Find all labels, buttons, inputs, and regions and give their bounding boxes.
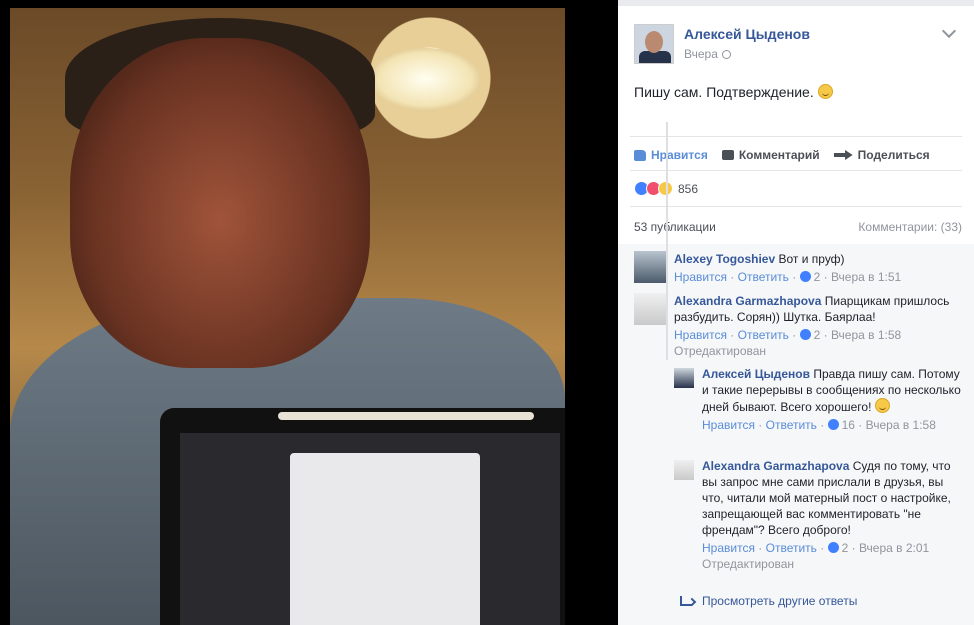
reply-author[interactable]: Alexandra Garmazhapova [702, 459, 849, 473]
edited-label: Отредактирован [674, 344, 767, 358]
post-text-body: Пишу сам. Подтверждение. [634, 84, 814, 100]
author-avatar[interactable] [634, 24, 674, 64]
ceiling-lamp [370, 48, 480, 110]
comment-meta: Нравится · Ответить · 2 · Вчера в 1:51 [674, 270, 902, 284]
reply-reply-link[interactable]: Ответить [766, 418, 817, 432]
smile-emoji-icon [817, 84, 833, 99]
reply-like-link[interactable]: Нравится [702, 418, 755, 432]
view-more-replies-link[interactable]: Просмотреть другие ответы [680, 594, 857, 608]
comment-reply-link[interactable]: Ответить [738, 328, 789, 342]
globe-icon [721, 50, 731, 59]
reply-avatar[interactable] [674, 460, 694, 480]
comment-icon [721, 150, 734, 160]
stylus [278, 412, 534, 420]
post-author[interactable]: Алексей Цыденов [684, 26, 810, 42]
reply-likes[interactable]: 16 [842, 418, 855, 432]
comment-likes[interactable]: 2 [814, 328, 821, 342]
avatar-face [645, 31, 663, 53]
face [70, 38, 370, 368]
comment-avatar[interactable] [634, 251, 666, 283]
smile-emoji-icon [875, 398, 891, 413]
post-actions: Нравится Комментарий Поделиться [634, 146, 930, 164]
comment-like-link[interactable]: Нравится [674, 328, 727, 342]
reply-arrow-icon [680, 596, 692, 606]
share-arrow-icon [833, 150, 853, 160]
comment-meta: Нравится · Ответить · 2 · Вчера в 1:58 [674, 328, 902, 342]
shares-count[interactable]: 53 публикации [634, 220, 716, 234]
like-button[interactable]: Нравится [634, 146, 708, 164]
comment-time[interactable]: Вчера в 1:58 [831, 328, 901, 342]
chevron-down-icon[interactable] [941, 23, 957, 39]
like-count-icon [827, 419, 839, 430]
comment-author[interactable]: Alexey Togoshiev [674, 252, 775, 266]
like-count-icon [799, 329, 811, 340]
post-time-label: Вчера [684, 47, 718, 61]
edited-label: Отредактирован [702, 557, 795, 571]
like-count-icon [827, 542, 839, 553]
comment-like-link[interactable]: Нравится [674, 270, 727, 284]
post-time[interactable]: Вчера [684, 47, 731, 61]
comment-time[interactable]: Вчера в 1:51 [831, 270, 901, 284]
reply-author[interactable]: Алексей Цыденов [702, 367, 810, 381]
like-label: Нравится [651, 148, 708, 162]
reactions-count: 856 [678, 181, 699, 196]
share-label: Поделиться [857, 148, 930, 162]
reply-time[interactable]: Вчера в 2:01 [859, 541, 929, 555]
post-photo[interactable] [10, 8, 565, 625]
top-strip [618, 0, 974, 6]
comment-reply-link[interactable]: Ответить [738, 270, 789, 284]
like-count-icon [799, 271, 811, 282]
tablet-comments-dialog [290, 453, 480, 625]
thumbs-up-icon [634, 149, 646, 161]
divider [630, 136, 962, 137]
reply-reply-link[interactable]: Ответить [766, 541, 817, 555]
avatar-suit [639, 51, 671, 63]
comment-button[interactable]: Комментарий [721, 146, 820, 164]
divider [630, 206, 962, 207]
reply-like-link[interactable]: Нравится [702, 541, 755, 555]
comments-count[interactable]: Комментарии: (33) [858, 220, 962, 234]
reply-meta: Нравится · Ответить · 16 · Вчера в 1:58 [702, 418, 936, 432]
share-button[interactable]: Поделиться [833, 146, 930, 164]
reply-avatar[interactable] [674, 368, 694, 388]
comment-avatar[interactable] [634, 293, 666, 325]
view-more-replies-label: Просмотреть другие ответы [702, 594, 858, 608]
reply-meta: Нравится · Ответить · 2 · Вчера в 2:01 [702, 541, 930, 555]
post-side-panel: Алексей Цыденов Вчера Пишу сам. Подтверж… [618, 0, 974, 625]
post-text: Пишу сам. Подтверждение. [634, 84, 833, 100]
reply-time[interactable]: Вчера в 1:58 [866, 418, 936, 432]
comment-text: Вот и пруф) [778, 252, 845, 266]
divider [630, 170, 962, 171]
comment-label: Комментарий [738, 148, 820, 162]
comment-author[interactable]: Alexandra Garmazhapova [674, 294, 821, 308]
reply-thread-line [666, 122, 668, 360]
comment-likes[interactable]: 2 [814, 270, 821, 284]
reply-likes[interactable]: 2 [842, 541, 849, 555]
photo-viewer [0, 0, 618, 625]
